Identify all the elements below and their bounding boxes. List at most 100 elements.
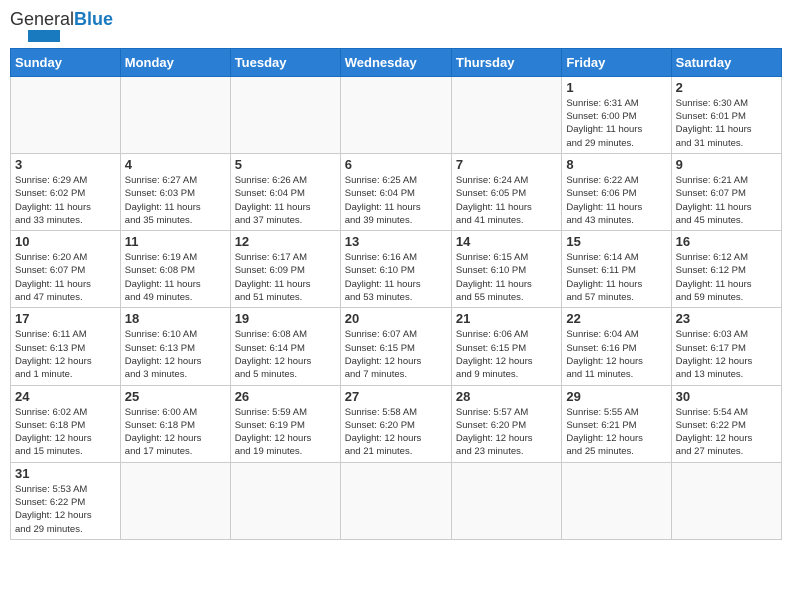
calendar-cell: 1Sunrise: 6:31 AM Sunset: 6:00 PM Daylig… [562,76,671,153]
week-row-4: 24Sunrise: 6:02 AM Sunset: 6:18 PM Dayli… [11,385,782,462]
day-info: Sunrise: 6:25 AM Sunset: 6:04 PM Dayligh… [345,174,447,227]
calendar-cell: 10Sunrise: 6:20 AM Sunset: 6:07 PM Dayli… [11,231,121,308]
day-info: Sunrise: 6:26 AM Sunset: 6:04 PM Dayligh… [235,174,336,227]
day-info: Sunrise: 6:20 AM Sunset: 6:07 PM Dayligh… [15,251,116,304]
day-number: 12 [235,234,336,249]
weekday-header-monday: Monday [120,48,230,76]
day-number: 30 [676,389,777,404]
calendar-cell: 28 Sunrise: 5:57 AM Sunset: 6:20 PM Dayli… [451,385,561,462]
day-info: Sunrise: 6:02 AM Sunset: 6:18 PM Dayligh… [15,406,116,459]
logo-blue: Blue [74,9,113,29]
calendar-cell: 7 Sunrise: 6:24 AM Sunset: 6:05 PM Daylig… [451,153,561,230]
day-info: Sunrise: 5:55 AM Sunset: 6:21 PM Dayligh… [566,406,666,459]
day-number: 1 [566,80,666,95]
week-row-5: 31Sunrise: 5:53 AM Sunset: 6:22 PM Dayli… [11,462,782,539]
calendar-cell: 5 Sunrise: 6:26 AM Sunset: 6:04 PM Daylig… [230,153,340,230]
logo-general: General [10,9,74,29]
day-number: 20 [345,311,447,326]
weekday-header-saturday: Saturday [671,48,781,76]
day-info: Sunrise: 6:21 AM Sunset: 6:07 PM Dayligh… [676,174,777,227]
day-number: 11 [125,234,226,249]
calendar-cell: 4Sunrise: 6:27 AM Sunset: 6:03 PM Daylig… [120,153,230,230]
calendar-cell [671,462,781,539]
calendar-cell [340,462,451,539]
calendar-cell: 9 Sunrise: 6:21 AM Sunset: 6:07 PM Daylig… [671,153,781,230]
day-info: Sunrise: 6:08 AM Sunset: 6:14 PM Dayligh… [235,328,336,381]
day-info: Sunrise: 6:24 AM Sunset: 6:05 PM Dayligh… [456,174,557,227]
day-number: 22 [566,311,666,326]
logo-underline-icon [10,30,60,42]
day-number: 9 [676,157,777,172]
day-number: 29 [566,389,666,404]
day-info: Sunrise: 6:07 AM Sunset: 6:15 PM Dayligh… [345,328,447,381]
calendar-cell: 25Sunrise: 6:00 AM Sunset: 6:18 PM Dayli… [120,385,230,462]
calendar-cell: 30 Sunrise: 5:54 AM Sunset: 6:22 PM Dayli… [671,385,781,462]
calendar-cell [120,462,230,539]
calendar-cell: 23 Sunrise: 6:03 AM Sunset: 6:17 PM Dayli… [671,308,781,385]
weekday-header-thursday: Thursday [451,48,561,76]
calendar-cell [451,76,561,153]
calendar-cell: 17Sunrise: 6:11 AM Sunset: 6:13 PM Dayli… [11,308,121,385]
calendar-cell: 29 Sunrise: 5:55 AM Sunset: 6:21 PM Dayli… [562,385,671,462]
day-number: 13 [345,234,447,249]
week-row-0: 1Sunrise: 6:31 AM Sunset: 6:00 PM Daylig… [11,76,782,153]
calendar-cell: 12 Sunrise: 6:17 AM Sunset: 6:09 PM Dayli… [230,231,340,308]
calendar-cell [340,76,451,153]
day-info: Sunrise: 6:06 AM Sunset: 6:15 PM Dayligh… [456,328,557,381]
day-info: Sunrise: 6:30 AM Sunset: 6:01 PM Dayligh… [676,97,777,150]
calendar-cell [451,462,561,539]
calendar-cell: 24Sunrise: 6:02 AM Sunset: 6:18 PM Dayli… [11,385,121,462]
day-info: Sunrise: 5:57 AM Sunset: 6:20 PM Dayligh… [456,406,557,459]
day-info: Sunrise: 6:27 AM Sunset: 6:03 PM Dayligh… [125,174,226,227]
day-number: 14 [456,234,557,249]
day-number: 27 [345,389,447,404]
week-row-3: 17Sunrise: 6:11 AM Sunset: 6:13 PM Dayli… [11,308,782,385]
calendar-cell: 8Sunrise: 6:22 AM Sunset: 6:06 PM Daylig… [562,153,671,230]
day-info: Sunrise: 6:29 AM Sunset: 6:02 PM Dayligh… [15,174,116,227]
day-info: Sunrise: 6:03 AM Sunset: 6:17 PM Dayligh… [676,328,777,381]
day-info: Sunrise: 6:15 AM Sunset: 6:10 PM Dayligh… [456,251,557,304]
day-info: Sunrise: 6:16 AM Sunset: 6:10 PM Dayligh… [345,251,447,304]
calendar-cell: 13 Sunrise: 6:16 AM Sunset: 6:10 PM Dayli… [340,231,451,308]
weekday-header-tuesday: Tuesday [230,48,340,76]
weekday-header-row: SundayMondayTuesdayWednesdayThursdayFrid… [11,48,782,76]
day-number: 23 [676,311,777,326]
calendar-cell [562,462,671,539]
day-info: Sunrise: 6:14 AM Sunset: 6:11 PM Dayligh… [566,251,666,304]
day-info: Sunrise: 6:00 AM Sunset: 6:18 PM Dayligh… [125,406,226,459]
day-number: 21 [456,311,557,326]
day-info: Sunrise: 5:59 AM Sunset: 6:19 PM Dayligh… [235,406,336,459]
calendar-cell: 18Sunrise: 6:10 AM Sunset: 6:13 PM Dayli… [120,308,230,385]
calendar-cell: 15 Sunrise: 6:14 AM Sunset: 6:11 PM Dayli… [562,231,671,308]
day-number: 6 [345,157,447,172]
calendar-cell: 21 Sunrise: 6:06 AM Sunset: 6:15 PM Dayli… [451,308,561,385]
calendar-cell: 26 Sunrise: 5:59 AM Sunset: 6:19 PM Dayli… [230,385,340,462]
day-info: Sunrise: 5:54 AM Sunset: 6:22 PM Dayligh… [676,406,777,459]
day-number: 3 [15,157,116,172]
day-number: 16 [676,234,777,249]
calendar-cell: 2Sunrise: 6:30 AM Sunset: 6:01 PM Daylig… [671,76,781,153]
calendar-cell: 3 Sunrise: 6:29 AM Sunset: 6:02 PM Daylig… [11,153,121,230]
day-number: 7 [456,157,557,172]
day-number: 15 [566,234,666,249]
calendar-cell [120,76,230,153]
calendar-cell [230,462,340,539]
day-number: 28 [456,389,557,404]
day-info: Sunrise: 6:11 AM Sunset: 6:13 PM Dayligh… [15,328,116,381]
day-info: Sunrise: 6:12 AM Sunset: 6:12 PM Dayligh… [676,251,777,304]
header: GeneralBlue [10,10,782,42]
day-number: 8 [566,157,666,172]
calendar-cell: 14 Sunrise: 6:15 AM Sunset: 6:10 PM Dayli… [451,231,561,308]
day-number: 5 [235,157,336,172]
calendar-cell: 27 Sunrise: 5:58 AM Sunset: 6:20 PM Dayli… [340,385,451,462]
day-info: Sunrise: 6:04 AM Sunset: 6:16 PM Dayligh… [566,328,666,381]
day-info: Sunrise: 6:19 AM Sunset: 6:08 PM Dayligh… [125,251,226,304]
day-info: Sunrise: 6:10 AM Sunset: 6:13 PM Dayligh… [125,328,226,381]
calendar-cell: 19Sunrise: 6:08 AM Sunset: 6:14 PM Dayli… [230,308,340,385]
day-info: Sunrise: 5:58 AM Sunset: 6:20 PM Dayligh… [345,406,447,459]
calendar-cell [11,76,121,153]
day-number: 26 [235,389,336,404]
calendar-cell: 6 Sunrise: 6:25 AM Sunset: 6:04 PM Daylig… [340,153,451,230]
calendar-cell: 16 Sunrise: 6:12 AM Sunset: 6:12 PM Dayli… [671,231,781,308]
day-info: Sunrise: 6:17 AM Sunset: 6:09 PM Dayligh… [235,251,336,304]
